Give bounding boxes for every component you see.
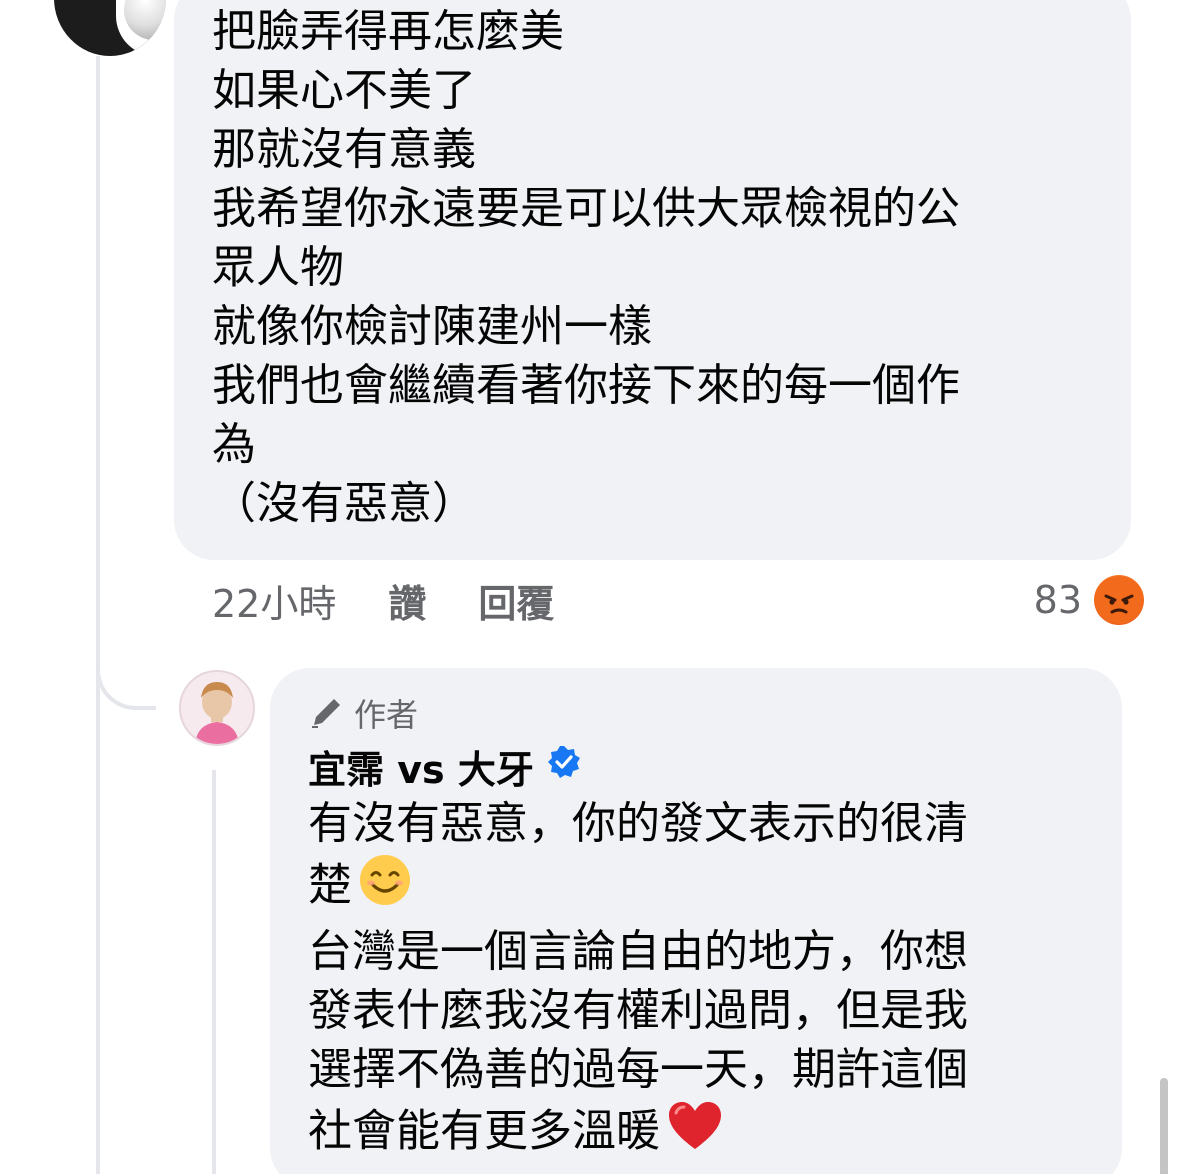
reply-line: 選擇不偽善的過每一天，期許這個	[308, 1044, 968, 1095]
reply-line: 發表什麼我沒有權利過問，但是我	[308, 985, 968, 1036]
reaction-count: 83	[1033, 578, 1082, 622]
comment-line: 我希望你永遠要是可以供大眾檢視的公	[212, 183, 960, 234]
comment-line: 眾人物	[212, 242, 344, 293]
commenter-avatar[interactable]	[54, 0, 166, 56]
comment-line: （沒有惡意）	[212, 478, 476, 529]
reply-line: 社會能有更多溫暖	[308, 1099, 1108, 1168]
thread-line-main	[96, 56, 100, 1174]
thread-line-reply	[212, 770, 216, 1174]
angry-reaction-icon	[1094, 575, 1144, 625]
comment-line: 把臉弄得再怎麼美	[212, 6, 564, 57]
comment-text: 把臉弄得再怎麼美 如果心不美了 那就沒有意義 我希望你永遠要是可以供大眾檢視的公…	[212, 2, 1112, 533]
reply-text: 有沒有惡意，你的發文表示的很清 楚 台灣是一個言論自由的地方，你想 發表什麼我沒…	[308, 794, 1108, 1168]
comment-line: 如果心不美了	[212, 65, 476, 116]
pen-icon	[312, 699, 340, 728]
reply-button[interactable]: 回覆	[478, 573, 554, 628]
comment-line: 就像你檢討陳建州一樣	[212, 301, 652, 352]
author-badge-label: 作者	[354, 696, 419, 734]
reply-line: 楚	[308, 853, 1108, 922]
reaction-summary[interactable]: 83	[1034, 574, 1144, 626]
reply-line: 台灣是一個言論自由的地方，你想	[308, 926, 968, 977]
comment-line: 為	[212, 419, 256, 470]
like-button[interactable]: 讚	[388, 573, 426, 628]
smiling-face-emoji	[358, 853, 412, 922]
author-badge: 作者	[308, 690, 418, 736]
author-avatar[interactable]	[179, 670, 255, 746]
thread-line-branch	[96, 650, 156, 710]
author-name-row: 宜霈 vs 大牙	[308, 738, 582, 794]
comment-meta-row: 22小時 讚 回覆	[212, 574, 554, 626]
comment-line: 我們也會繼續看著你接下來的每一個作	[212, 360, 960, 411]
comment-line: 那就沒有意義	[212, 124, 476, 175]
comment-timestamp[interactable]: 22小時	[212, 573, 336, 628]
author-name[interactable]: 宜霈 vs 大牙	[308, 739, 534, 794]
red-heart-emoji	[666, 1099, 724, 1168]
verified-badge-icon	[546, 744, 582, 789]
scrollbar-thumb[interactable]	[1160, 1078, 1168, 1174]
reply-line: 有沒有惡意，你的發文表示的很清	[308, 798, 968, 849]
